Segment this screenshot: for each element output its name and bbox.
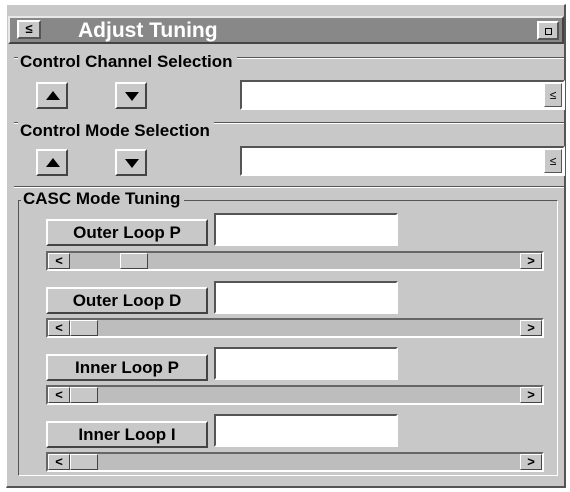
- control-mode-down-button[interactable]: [115, 149, 147, 176]
- inner-loop-p-field[interactable]: [214, 347, 398, 380]
- inner-loop-p-button[interactable]: Inner Loop P: [46, 354, 208, 381]
- outer-loop-p-button[interactable]: Outer Loop P: [46, 219, 208, 246]
- outer-loop-d-field[interactable]: [214, 281, 398, 314]
- slider-thumb[interactable]: [70, 387, 98, 403]
- inner-loop-i-field[interactable]: [214, 414, 398, 447]
- window-title: Adjust Tuning: [78, 19, 218, 42]
- control-channel-label: Control Channel Selection: [18, 53, 237, 71]
- control-channel-down-button[interactable]: [115, 82, 147, 109]
- control-mode-dropdown-button[interactable]: ≤: [544, 149, 562, 173]
- arrow-down-icon: [125, 92, 139, 101]
- arrow-down-icon: [125, 159, 139, 168]
- minimize-button[interactable]: [537, 21, 559, 40]
- outer-loop-p-slider[interactable]: < >: [46, 251, 544, 271]
- scroll-right-button[interactable]: >: [520, 253, 542, 269]
- casc-label: CASC Mode Tuning: [21, 190, 185, 208]
- slider-thumb[interactable]: [70, 454, 98, 470]
- scroll-left-button[interactable]: <: [48, 454, 70, 470]
- control-channel-combo[interactable]: ≤: [240, 80, 565, 110]
- casc-separator: [14, 186, 564, 188]
- control-mode-up-button[interactable]: [36, 149, 68, 176]
- control-mode-label: Control Mode Selection: [18, 122, 214, 140]
- arrow-up-icon: [46, 158, 60, 167]
- scroll-left-button[interactable]: <: [48, 387, 70, 403]
- outer-loop-p-field[interactable]: [214, 213, 398, 246]
- inner-loop-i-slider[interactable]: < >: [46, 452, 544, 472]
- scroll-left-button[interactable]: <: [48, 320, 70, 336]
- slider-thumb[interactable]: [120, 253, 148, 269]
- control-channel-dropdown-button[interactable]: ≤: [544, 83, 562, 107]
- scroll-right-button[interactable]: >: [520, 320, 542, 336]
- scroll-right-button[interactable]: >: [520, 454, 542, 470]
- minimize-icon: [545, 28, 552, 35]
- control-mode-combo[interactable]: ≤: [240, 146, 565, 176]
- scroll-left-button[interactable]: <: [48, 253, 70, 269]
- title-bar[interactable]: ≤ Adjust Tuning: [8, 16, 564, 44]
- menu-icon: ≤: [25, 21, 33, 36]
- inner-loop-p-slider[interactable]: < >: [46, 385, 544, 405]
- chevron-down-icon: ≤: [549, 88, 557, 102]
- slider-thumb[interactable]: [70, 320, 98, 336]
- outer-loop-d-button[interactable]: Outer Loop D: [46, 287, 208, 314]
- window-menu-button[interactable]: ≤: [17, 20, 41, 39]
- chevron-down-icon: ≤: [549, 154, 557, 168]
- scroll-right-button[interactable]: >: [520, 387, 542, 403]
- inner-loop-i-button[interactable]: Inner Loop I: [46, 421, 208, 448]
- arrow-up-icon: [46, 91, 60, 100]
- outer-loop-d-slider[interactable]: < >: [46, 318, 544, 338]
- control-channel-up-button[interactable]: [36, 82, 68, 109]
